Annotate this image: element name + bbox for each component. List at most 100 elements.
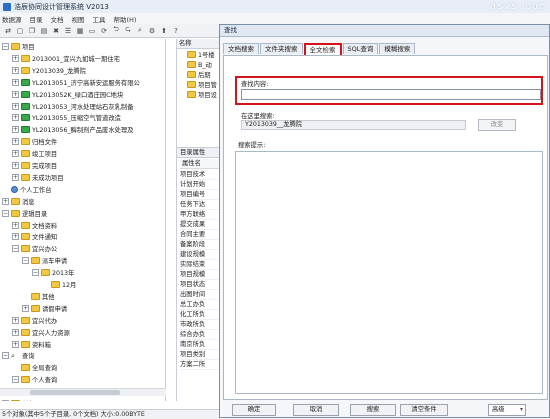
attribute-row[interactable]: 合同主要 [180,230,221,240]
tree-node[interactable]: + YL2013055_压缩空气管道改造 [12,112,121,123]
expand-icon[interactable]: + [12,66,19,74]
list-item[interactable]: 后期 [177,69,221,79]
tree-node[interactable]: + YL2013053_河水处理站石灰乳制备 [12,101,134,112]
ok-button[interactable]: 确定 [232,404,276,416]
expand-icon[interactable]: + [12,162,19,169]
tree-node[interactable]: + YL2013052K_绿口酒庄园C地块 [12,89,123,100]
collapse-icon[interactable]: − [32,269,39,277]
tree-node[interactable]: − 派车申请 [22,255,67,266]
expand-icon[interactable]: + [12,340,19,348]
list-view-icon[interactable]: ☰ [63,26,73,36]
clear-conditions-button[interactable]: 清空条件 [400,404,448,416]
folder-icon[interactable]: ▭ [87,26,97,36]
tree-node[interactable]: + YL2013051_济宁高新安运服务有限公 [12,77,140,88]
paste-icon[interactable]: ▤ [39,26,49,36]
expand-icon[interactable]: + [12,102,19,110]
tree-node[interactable]: + 任务 [2,398,35,401]
attribute-row[interactable]: 备案阶段 [180,240,221,250]
tree-node[interactable]: + 文档资料 [12,220,57,231]
tree-node[interactable]: + 竣工项目 [12,148,57,159]
attribute-row[interactable]: 项目类别 [180,350,221,360]
tree-node[interactable]: − 宜兴办公 [12,243,57,254]
attribute-row[interactable]: 任务下达 [180,200,221,210]
tree-node[interactable]: 12月 [42,279,76,290]
expand-icon[interactable]: + [12,114,19,122]
tree-node[interactable]: +2013001_宜兴九如城一期住宅 [12,53,120,64]
up-icon[interactable]: ⬆ [159,26,169,36]
expand-icon[interactable]: + [2,197,9,205]
search-icon[interactable]: ⌕ [135,26,145,36]
tree-node[interactable]: 全局查询 [12,362,57,373]
list-item[interactable]: 1号楼 [177,49,221,59]
tree-node[interactable]: 其他 [22,291,55,302]
attribute-row[interactable]: 项目技术 [180,170,221,180]
collapse-icon[interactable]: − [12,376,19,384]
tree-node[interactable]: + 完成项目 [12,160,57,171]
list-item[interactable]: B_动 [177,59,221,69]
tree-node[interactable]: + 资料箱 [12,339,51,350]
attribute-row[interactable]: 出图时间 [180,290,221,300]
attribute-row[interactable]: 化工所负 [180,310,221,320]
expand-icon[interactable]: + [12,150,19,158]
expand-icon[interactable]: + [12,221,19,229]
tree-node[interactable]: − 项目 [2,41,35,52]
nav-icon[interactable]: ⇄ [3,26,13,36]
tab-document-search[interactable]: 文档搜索 [223,43,259,54]
attribute-row[interactable]: 市政所负 [180,320,221,330]
expand-icon[interactable]: + [12,316,19,324]
tree-node[interactable]: − 2013年 [32,267,74,278]
expand-icon[interactable]: + [12,54,19,62]
back-icon[interactable]: ⮌ [111,25,121,36]
attribute-row[interactable]: 提交成果 [180,220,221,230]
tree-node[interactable]: + 归档文件 [12,136,57,147]
attribute-row[interactable]: 建设规模 [180,250,221,260]
tree-node[interactable]: + 宜兴人力资源 [12,327,70,338]
list-item[interactable]: 项目设 [177,89,221,99]
collapse-icon[interactable]: − [22,257,29,265]
collapse-icon[interactable]: − [12,245,19,253]
directory-attributes-tab[interactable]: 目录属性 [176,147,221,158]
tree-node[interactable]: − 逻辑目录 [2,208,47,219]
menu-tools[interactable]: 工具 [93,14,106,24]
attribute-row[interactable]: 方案二所 [180,360,221,370]
expand-icon[interactable]: + [12,233,19,241]
scroll-thumb[interactable] [30,390,120,395]
tree-node[interactable]: + 未成功项目 [12,172,63,183]
delete-icon[interactable]: ✖ [51,26,61,36]
tab-fuzzy-search[interactable]: 模糊搜索 [379,43,416,54]
collapse-icon[interactable]: − [2,209,9,217]
cancel-button[interactable]: 取消 [293,404,339,416]
attribute-row[interactable]: 项目规模 [180,270,221,280]
change-button[interactable]: 改变 [478,119,516,131]
new-folder-icon[interactable]: ▢ [15,26,25,36]
attribute-row[interactable]: 总工办负 [180,300,221,310]
name-column-header[interactable]: 名称 [177,39,221,49]
expand-icon[interactable]: + [22,304,29,312]
attribute-row[interactable]: 南京所负 [180,340,221,350]
grid-view-icon[interactable]: ▦ [75,26,85,36]
advanced-select[interactable]: 高级 ▾ [488,404,526,416]
tree-scrollbar[interactable] [0,388,166,396]
tree-node[interactable]: + Y2013039_龙腾院 [12,65,86,76]
tab-folder-search[interactable]: 文件夹搜索 [260,43,303,54]
attribute-row[interactable]: 项目状态 [180,280,221,290]
attribute-row[interactable]: 甲方联络 [180,210,221,220]
menu-data-source[interactable]: 数据源 [2,14,22,24]
expand-icon[interactable]: + [12,138,19,146]
find-content-input[interactable] [241,89,541,100]
expand-icon[interactable]: + [12,90,19,98]
attribute-row[interactable]: 综合办负 [180,330,221,340]
menu-document[interactable]: 文档 [51,14,64,24]
expand-icon[interactable]: + [12,126,19,134]
menu-help[interactable]: 帮助(H) [114,14,137,24]
tab-sql-query[interactable]: SQL查询 [342,43,379,54]
attribute-name-header[interactable]: 属性名 [180,159,221,169]
tree-node[interactable]: + 消息 [2,196,35,207]
attribute-row[interactable]: 计划开始 [180,180,221,190]
collapse-icon[interactable]: − [2,43,9,50]
tree-node[interactable]: − 个人查询 [12,374,57,385]
forward-icon[interactable]: ⮎ [123,25,133,36]
attribute-row[interactable]: 实际结束 [180,260,221,270]
refresh-icon[interactable]: ⟳ [99,26,109,36]
collapse-icon[interactable]: − [2,352,9,360]
